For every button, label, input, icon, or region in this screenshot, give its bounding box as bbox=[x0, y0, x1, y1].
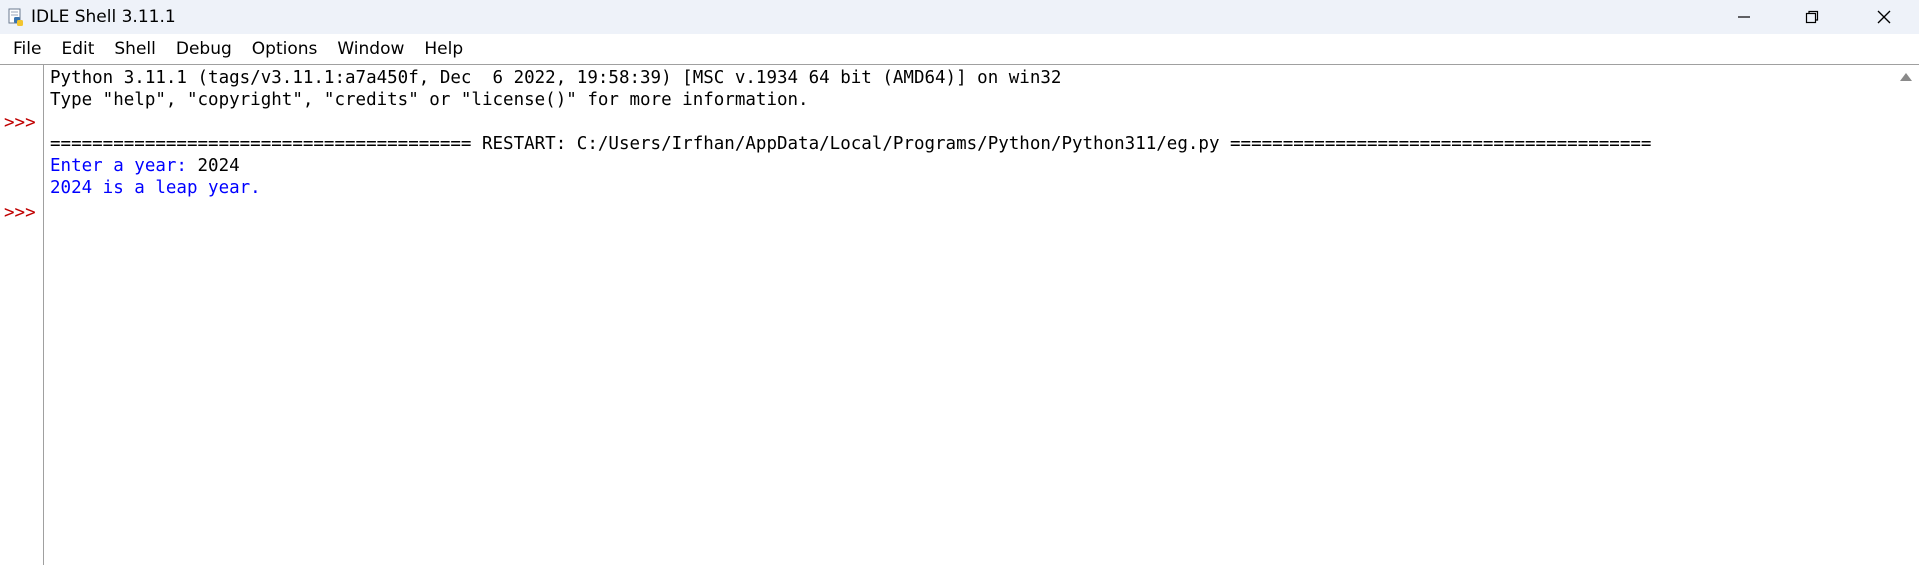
python-idle-icon bbox=[8, 8, 23, 26]
prompt-gutter: >>> >>> bbox=[0, 65, 44, 565]
idle-shell-window: IDLE Shell 3.11.1 File Edit Shell Debug … bbox=[0, 0, 1919, 565]
menu-window[interactable]: Window bbox=[329, 36, 412, 62]
minimize-button[interactable] bbox=[1710, 0, 1778, 34]
shell-content[interactable]: >>> >>> Python 3.11.1 (tags/v3.11.1:a7a4… bbox=[0, 64, 1919, 565]
title-bar[interactable]: IDLE Shell 3.11.1 bbox=[0, 0, 1919, 34]
restore-button[interactable] bbox=[1778, 0, 1846, 34]
menu-edit[interactable]: Edit bbox=[53, 36, 102, 62]
program-output-text: 2024 is a leap year. bbox=[50, 178, 261, 198]
minimize-icon bbox=[1738, 16, 1750, 18]
restart-line: ========================================… bbox=[50, 134, 1652, 154]
input-line: Enter a year: 2024 bbox=[50, 155, 240, 177]
shell-text-area[interactable]: Python 3.11.1 (tags/v3.11.1:a7a450f, Dec… bbox=[50, 65, 1886, 565]
shell-prompt: >>> bbox=[4, 203, 36, 223]
window-title: IDLE Shell 3.11.1 bbox=[31, 7, 176, 27]
banner-line: Python 3.11.1 (tags/v3.11.1:a7a450f, Dec… bbox=[50, 68, 1062, 88]
banner-line: Type "help", "copyright", "credits" or "… bbox=[50, 90, 809, 110]
menu-help[interactable]: Help bbox=[416, 36, 471, 62]
scroll-up-arrow-icon[interactable] bbox=[1900, 73, 1912, 81]
input-prompt-text: Enter a year: bbox=[50, 156, 198, 176]
close-icon bbox=[1877, 10, 1891, 24]
menu-shell[interactable]: Shell bbox=[106, 36, 163, 62]
shell-prompt: >>> bbox=[4, 113, 36, 133]
menu-file[interactable]: File bbox=[5, 36, 49, 62]
vertical-scrollbar[interactable] bbox=[1894, 65, 1919, 565]
menu-bar: File Edit Shell Debug Options Window Hel… bbox=[0, 34, 1919, 64]
user-input-value: 2024 bbox=[197, 156, 240, 176]
menu-options[interactable]: Options bbox=[244, 36, 326, 62]
close-button[interactable] bbox=[1850, 0, 1918, 34]
output-line: 2024 is a leap year. bbox=[50, 177, 261, 199]
restore-icon bbox=[1805, 10, 1819, 24]
menu-debug[interactable]: Debug bbox=[168, 36, 240, 62]
